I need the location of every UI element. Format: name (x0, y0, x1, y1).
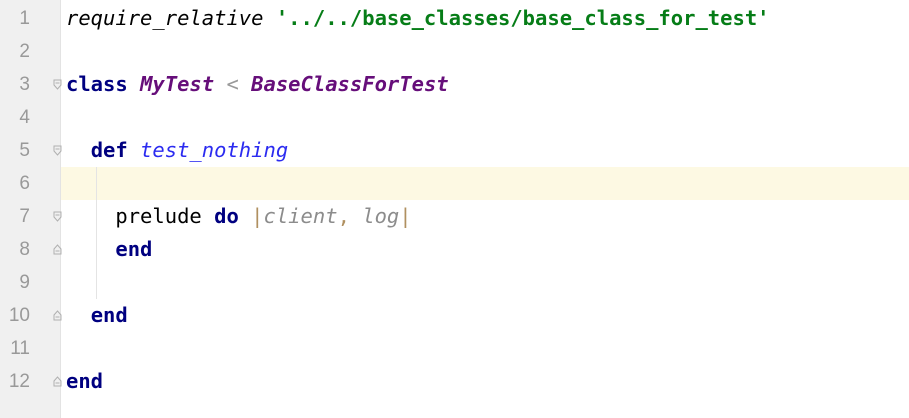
class-name: MyTest (140, 72, 215, 96)
fold-close-icon[interactable] (52, 365, 62, 398)
fold-open-icon[interactable] (52, 200, 62, 233)
line-number: 1 (19, 8, 30, 29)
block-param: log (362, 204, 400, 228)
code-line-7[interactable]: prelude do |client, log| (66, 200, 412, 233)
code-line-8[interactable]: end (66, 233, 152, 266)
code-editor[interactable]: 1 2 3 4 5 6 7 8 9 10 11 12 require_relat… (0, 0, 909, 418)
line-number: 9 (19, 272, 30, 293)
line-number: 11 (10, 338, 30, 359)
code-line-12[interactable]: end (66, 365, 103, 398)
line-number: 4 (19, 107, 30, 128)
code-line-1[interactable]: require_relative '../../base_classes/bas… (66, 2, 770, 35)
current-line-highlight (61, 167, 909, 200)
line-number: 6 (19, 173, 30, 194)
method-name: test_nothing (140, 138, 289, 162)
keyword-def: def (90, 138, 128, 162)
line-number: 8 (19, 239, 30, 260)
line-number: 10 (8, 305, 30, 326)
comma: , (337, 204, 363, 228)
block-pipe: | (251, 204, 264, 228)
method-call: prelude (115, 204, 202, 228)
code-line-3[interactable]: class MyTest < BaseClassForTest (66, 68, 449, 101)
line-number: 2 (19, 41, 30, 62)
block-pipe: | (399, 204, 412, 228)
line-number: 5 (19, 140, 30, 161)
fold-open-icon[interactable] (52, 134, 62, 167)
fold-close-icon[interactable] (52, 233, 62, 266)
line-number: 7 (19, 206, 30, 227)
string-literal: '../../base_classes/base_class_for_test' (275, 6, 770, 30)
code-line-10[interactable]: end (66, 299, 128, 332)
keyword-end: end (90, 303, 128, 327)
keyword-do: do (214, 204, 239, 228)
line-number: 12 (8, 371, 30, 392)
inherit-operator: < (226, 72, 239, 96)
block-param: client (263, 204, 338, 228)
keyword-end: end (66, 369, 104, 393)
method-call: require_relative (66, 6, 264, 30)
parent-class-name: BaseClassForTest (251, 72, 449, 96)
line-number: 3 (19, 74, 30, 95)
fold-close-icon[interactable] (52, 299, 62, 332)
code-line-5[interactable]: def test_nothing (66, 134, 288, 167)
keyword-end: end (115, 237, 153, 261)
fold-open-icon[interactable] (52, 68, 62, 101)
keyword-class: class (66, 72, 128, 96)
